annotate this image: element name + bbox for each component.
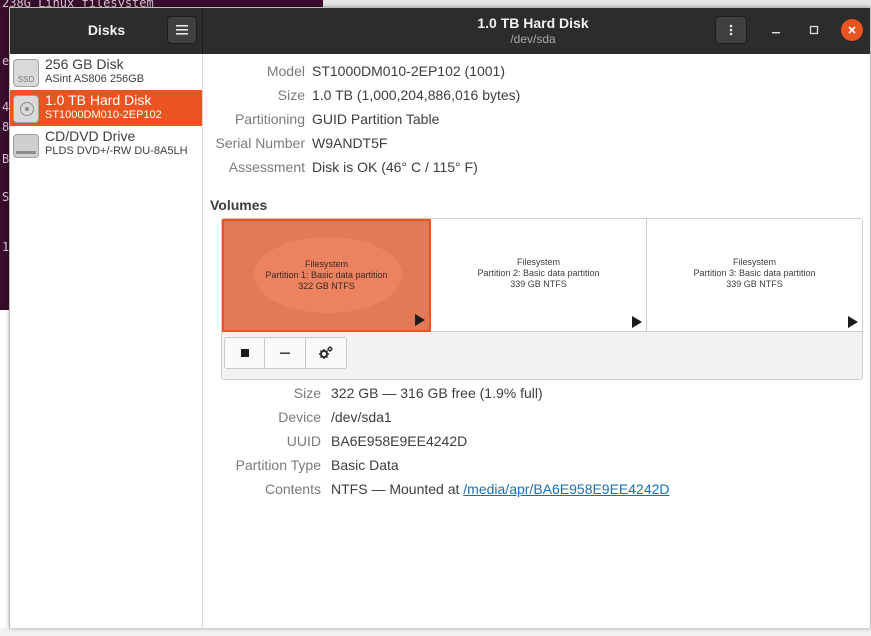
partitioning-value: GUID Partition Table (312, 111, 440, 127)
minus-icon (280, 352, 290, 354)
contents-value: NTFS — Mounted at /media/apr/BA6E958E9EE… (331, 481, 670, 497)
maximize-icon (809, 25, 819, 35)
size-value: 1.0 TB (1,000,204,886,016 bytes) (312, 87, 521, 103)
disk-model: ST1000DM010-2EP102 (45, 109, 162, 121)
hamburger-icon (176, 25, 188, 35)
device-value: /dev/sda1 (331, 409, 392, 425)
disk-details: Model ST1000DM010-2EP102 (1001) Size 1.0… (204, 54, 870, 628)
background-window (0, 628, 871, 636)
partition-size: 322 GB NTFS (298, 281, 355, 291)
partition-type: Filesystem (516, 257, 560, 267)
disk-menu-button[interactable] (715, 16, 747, 44)
gears-icon (319, 346, 333, 359)
partition-label: Filesystem Partition 3: Basic data parti… (647, 257, 862, 290)
close-icon (848, 26, 856, 34)
play-icon (415, 314, 425, 326)
uuid-value: BA6E958E9EE4242D (331, 433, 468, 449)
delete-partition-button[interactable] (265, 337, 306, 369)
contents-label: Contents (264, 481, 321, 497)
maximize-button[interactable] (803, 19, 825, 41)
partition-type: Filesystem (304, 259, 348, 269)
disk-model: PLDS DVD+/-RW DU-8A5LH (45, 145, 188, 157)
assessment-label: Assessment (228, 159, 305, 175)
volume-toolbar (224, 337, 347, 369)
stop-icon (240, 349, 249, 357)
disk-item-256gb[interactable]: SSD 256 GB Disk ASint AS806 256GB (10, 54, 202, 90)
model-value: ST1000DM010-2EP102 (1001) (312, 63, 506, 79)
partition-name: Partition 2: Basic data partition (477, 268, 600, 278)
volumes-title: Volumes (210, 197, 268, 213)
ssd-icon: SSD (13, 59, 39, 87)
window-title: 1.0 TB Hard Disk (477, 15, 589, 31)
disk-item-cd-dvd[interactable]: CD/DVD Drive PLDS DVD+/-RW DU-8A5LH (10, 126, 202, 162)
partition-size: 339 GB NTFS (510, 279, 567, 289)
disk-name: 256 GB Disk (45, 56, 124, 72)
disk-list: SSD 256 GB Disk ASint AS806 256GB 1.0 TB… (10, 54, 203, 628)
vertical-dots-icon (729, 24, 733, 36)
partition-size-value: 322 GB — 316 GB free (1.9% full) (331, 385, 543, 401)
partition-2[interactable]: Filesystem Partition 2: Basic data parti… (431, 219, 647, 332)
menu-button[interactable] (167, 16, 197, 44)
minimize-icon (772, 32, 780, 34)
play-icon (632, 316, 642, 328)
minimize-button[interactable] (765, 19, 787, 41)
partition-type-label: Partition Type (235, 457, 321, 473)
play-icon (848, 316, 858, 328)
volumes-panel: Filesystem Partition 1: Basic data parti… (221, 218, 863, 380)
partitioning-label: Partitioning (234, 111, 305, 127)
partition-1[interactable]: Filesystem Partition 1: Basic data parti… (222, 219, 431, 332)
close-button[interactable] (841, 19, 863, 41)
partition-type: Filesystem (732, 257, 776, 267)
partition-3[interactable]: Filesystem Partition 3: Basic data parti… (647, 219, 862, 332)
partition-bar: Filesystem Partition 1: Basic data parti… (222, 219, 862, 332)
contents-text: NTFS — Mounted at (331, 481, 464, 497)
disk-model: ASint AS806 256GB (45, 73, 145, 85)
unmount-button[interactable] (224, 337, 265, 369)
assessment-value: Disk is OK (46° C / 115° F) (312, 159, 478, 175)
sidebar-header: Disks (10, 8, 203, 54)
partition-name: Partition 1: Basic data partition (265, 270, 388, 280)
hard-disk-icon (13, 95, 39, 123)
disk-name: CD/DVD Drive (45, 128, 136, 144)
disk-item-1tb[interactable]: 1.0 TB Hard Disk ST1000DM010-2EP102 (10, 90, 202, 126)
disk-name: 1.0 TB Hard Disk (45, 92, 152, 108)
optical-drive-icon (13, 134, 39, 158)
partition-name: Partition 3: Basic data partition (693, 268, 816, 278)
partition-settings-button[interactable] (306, 337, 347, 369)
model-label: Model (266, 63, 305, 79)
disks-window: Disks 1.0 TB Hard Disk /dev/sda SSD 256 … (9, 7, 871, 628)
ssd-icon-text: SSD (17, 75, 35, 84)
header-bar: Disks 1.0 TB Hard Disk /dev/sda (10, 8, 870, 54)
size-label: Size (277, 87, 305, 103)
window-subtitle: /dev/sda (510, 32, 556, 46)
serial-number-value: W9ANDT5F (312, 135, 388, 151)
mount-point-link[interactable]: /media/apr/BA6E958E9EE4242D (463, 481, 669, 497)
partition-type-value: Basic Data (331, 457, 399, 473)
partition-label: Filesystem Partition 1: Basic data parti… (224, 259, 429, 292)
serial-number-label: Serial Number (215, 135, 305, 151)
partition-size: 339 GB NTFS (726, 279, 783, 289)
partition-label: Filesystem Partition 2: Basic data parti… (431, 257, 646, 290)
partition-size-label: Size (293, 385, 321, 401)
uuid-label: UUID (286, 433, 321, 449)
device-label: Device (278, 409, 321, 425)
